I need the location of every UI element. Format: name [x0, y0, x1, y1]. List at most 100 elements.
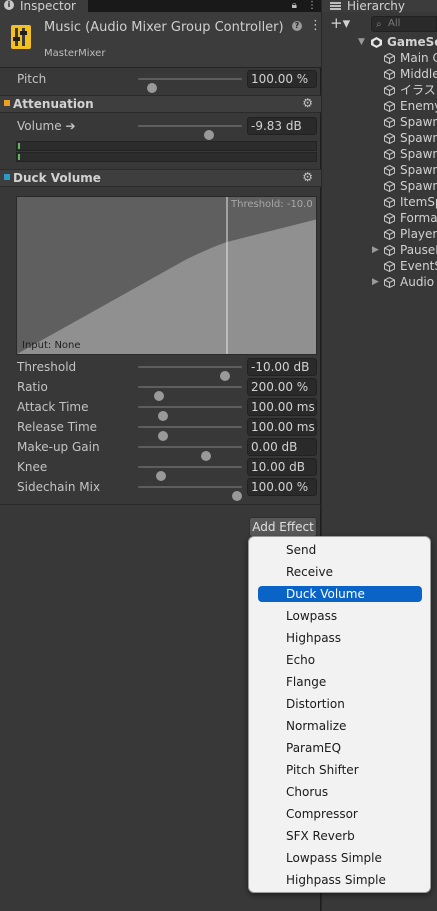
param-row: Ratio 200.00 % [0, 377, 321, 401]
dropdown-item[interactable]: Chorus [258, 784, 422, 800]
hierarchy-item[interactable]: Player [322, 226, 437, 242]
param-slider[interactable] [138, 466, 242, 481]
dropdown-item[interactable]: Lowpass [258, 608, 422, 624]
param-field[interactable]: 200.00 % [247, 378, 317, 396]
dropdown-item[interactable]: SFX Reverb [258, 828, 422, 844]
param-field[interactable]: 0.00 dB [247, 438, 317, 456]
dropdown-item[interactable]: Compressor [258, 806, 422, 822]
hierarchy-item[interactable]: イラストレーション [322, 82, 437, 98]
pitch-field[interactable]: 100.00 % [247, 70, 317, 88]
tab-inspector[interactable]: i Inspector [0, 0, 88, 12]
hierarchy-root-scene[interactable]: ▼ GameScene [322, 34, 437, 50]
hierarchy-item[interactable]: EventSystem [322, 258, 437, 274]
hierarchy-item[interactable]: ▶ PauseMenu [322, 242, 437, 258]
inspector-tabbar: i Inspector 🔒︎ ⋮ [0, 0, 321, 12]
hierarchy-search-input[interactable]: ⌕ All [371, 16, 437, 32]
attenuation-gear-icon[interactable]: ⚙ [302, 96, 313, 110]
pitch-slider-thumb[interactable] [146, 83, 157, 93]
attenuation-section-header[interactable]: Attenuation ⚙ [0, 95, 321, 113]
gameobject-cube-icon [384, 245, 395, 256]
hierarchy-item[interactable]: Spawner [322, 114, 437, 130]
hierarchy-item[interactable]: ItemSpawner [322, 194, 437, 210]
dropdown-item[interactable]: Highpass Simple [258, 872, 422, 888]
dropdown-item[interactable]: Receive [258, 564, 422, 580]
gameobject-cube-icon [384, 213, 395, 224]
param-slider[interactable] [138, 386, 242, 401]
volume-slider-thumb[interactable] [203, 130, 214, 140]
param-field[interactable]: -10.00 dB [247, 358, 317, 376]
help-icon[interactable]: ? [292, 21, 302, 31]
hierarchy-item[interactable]: Main Camera [322, 50, 437, 66]
lock-icon[interactable]: 🔒︎ [292, 0, 297, 12]
hierarchy-item[interactable]: Spawner [322, 146, 437, 162]
pitch-slider[interactable] [138, 78, 242, 93]
dropdown-item[interactable]: Flange [258, 674, 422, 690]
dropdown-item[interactable]: ParamEQ [258, 740, 422, 756]
hierarchy-item[interactable]: Spawner [322, 162, 437, 178]
param-label: Attack Time [17, 400, 89, 414]
volume-field[interactable]: -9.83 dB [247, 117, 317, 135]
param-field[interactable]: 100.00 ms [247, 418, 317, 436]
hierarchy-toolbar: +▾ ⌕ All [322, 14, 437, 34]
hierarchy-item[interactable]: Spawner [322, 178, 437, 194]
param-field[interactable]: 100.00 % [247, 478, 317, 496]
dropdown-item[interactable]: Duck Volume [258, 586, 422, 602]
tab-hierarchy[interactable]: Hierarchy [322, 0, 437, 12]
inspector-tab-tools: 🔒︎ ⋮ [292, 0, 317, 12]
dropdown-item[interactable]: Normalize [258, 718, 422, 734]
level-meter-bar [18, 143, 20, 149]
param-field[interactable]: 10.00 dB [247, 458, 317, 476]
param-row: Release Time 100.00 ms [0, 417, 321, 441]
param-row: Sidechain Mix 100.00 % [0, 477, 321, 501]
hierarchy-item[interactable]: MiddleGround [322, 66, 437, 82]
dropdown-item[interactable]: Distortion [258, 696, 422, 712]
dropdown-item[interactable]: Echo [258, 652, 422, 668]
param-field[interactable]: 100.00 ms [247, 398, 317, 416]
param-row: Threshold -10.00 dB [0, 357, 321, 381]
param-slider[interactable] [138, 446, 242, 461]
gameobject-cube-icon [384, 277, 395, 288]
component-header: Music (Audio Mixer Group Controller) Mas… [0, 12, 322, 68]
duck-volume-section-header[interactable]: Duck Volume ⚙ [0, 169, 321, 187]
gameobject-cube-icon [384, 261, 395, 272]
expand-arrow-icon[interactable]: ▼ [358, 34, 365, 50]
expand-arrow-icon[interactable]: ▶ [372, 274, 379, 290]
add-effect-button[interactable]: Add Effect [249, 517, 317, 537]
expand-arrow-icon[interactable]: ▶ [372, 242, 379, 258]
search-placeholder: All [388, 18, 401, 29]
create-dropdown-button[interactable]: +▾ [330, 15, 350, 31]
hierarchy-item[interactable]: Formation [322, 210, 437, 226]
param-slider[interactable] [138, 486, 242, 501]
hierarchy-item-label: Player [400, 227, 437, 241]
dropdown-item[interactable]: Send [258, 542, 422, 558]
gameobject-cube-icon [384, 229, 395, 240]
component-menu-icon[interactable]: ⋮ [309, 18, 322, 33]
hierarchy-item[interactable]: EnemyManager [322, 98, 437, 114]
hierarchy-item-label: MiddleGround [400, 67, 437, 81]
param-slider-thumb[interactable] [231, 491, 242, 501]
component-title: Music (Audio Mixer Group Controller) [44, 20, 284, 35]
param-label: Sidechain Mix [17, 480, 101, 494]
volume-slider[interactable] [138, 125, 242, 140]
dropdown-item[interactable]: Pitch Shifter [258, 762, 422, 778]
dropdown-item[interactable]: Lowpass Simple [258, 850, 422, 866]
search-icon: ⌕ [376, 19, 382, 30]
hierarchy-item[interactable]: Spawner [322, 130, 437, 146]
more-menu-icon[interactable]: ⋮ [307, 0, 317, 12]
hierarchy-item-label: Audio [400, 275, 435, 289]
param-slider[interactable] [138, 426, 242, 441]
level-meter-left [16, 141, 317, 151]
gameobject-cube-icon [384, 133, 395, 144]
threshold-label: Threshold: -10.0 d [231, 199, 317, 210]
duck-volume-color-marker [4, 174, 10, 180]
dropdown-item[interactable]: Highpass [258, 630, 422, 646]
param-slider[interactable] [138, 406, 242, 421]
duck-volume-gear-icon[interactable]: ⚙ [302, 170, 313, 184]
gameobject-cube-icon [384, 53, 395, 64]
gameobject-cube-icon [384, 101, 395, 112]
hierarchy-item-label: Spawner [400, 115, 437, 129]
param-slider[interactable] [138, 366, 242, 381]
hierarchy-item[interactable]: ▶ Audio [322, 274, 437, 290]
info-icon: i [4, 0, 14, 10]
hierarchy-item-label: EventSystem [400, 259, 437, 273]
